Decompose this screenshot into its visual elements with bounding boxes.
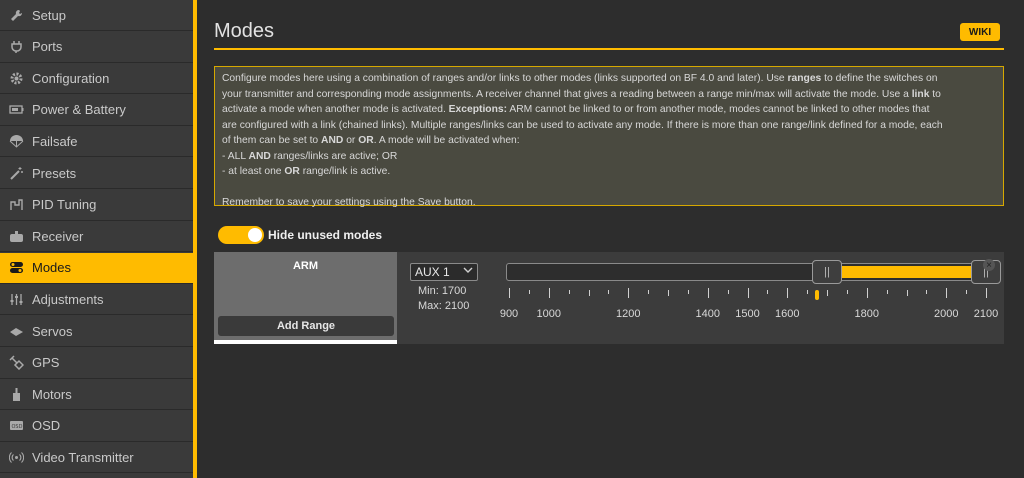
sidebar-item-label: Configuration bbox=[32, 70, 110, 86]
parachute-icon bbox=[8, 134, 24, 149]
scale-tick bbox=[648, 290, 650, 294]
sidebar-item-label: PID Tuning bbox=[32, 197, 97, 213]
sidebar-item-label: Motors bbox=[32, 386, 72, 402]
hide-unused-toggle-row: Hide unused modes bbox=[218, 226, 382, 244]
sidebar-item-label: Adjustments bbox=[32, 291, 104, 307]
sidebar-item-label: Failsafe bbox=[32, 133, 78, 149]
sidebar-item-adjustments[interactable]: Adjustments bbox=[0, 284, 193, 316]
motor-icon bbox=[8, 387, 24, 402]
sliders-icon bbox=[8, 292, 24, 307]
scale-tick-label: 1000 bbox=[536, 308, 561, 320]
sidebar-item-receiver[interactable]: Receiver bbox=[0, 221, 193, 253]
slider-range-fill bbox=[827, 266, 986, 278]
scale-tick-label: 1600 bbox=[775, 308, 800, 320]
pid-tuning-icon bbox=[8, 197, 24, 212]
scale-tick-label: 900 bbox=[499, 308, 519, 320]
sidebar-item-label: GPS bbox=[32, 355, 60, 371]
sidebar-item-motors[interactable]: Motors bbox=[0, 379, 193, 411]
scale-tick bbox=[588, 290, 590, 296]
scale-tick bbox=[767, 290, 769, 294]
mode-row-arm: ARM Add Range AUX 1 Min: 1700 Max: 2100 … bbox=[214, 252, 1004, 344]
scale-tick bbox=[886, 290, 888, 294]
sidebar-item-osd[interactable]: OSD OSD bbox=[0, 411, 193, 442]
channel-value-marker bbox=[815, 290, 820, 300]
sidebar-item-label: Power & Battery bbox=[32, 102, 126, 118]
sidebar-item-label: Ports bbox=[32, 39, 63, 55]
scale-tick bbox=[906, 290, 908, 296]
slider-min-handle[interactable]: || bbox=[812, 260, 842, 284]
scale-tick bbox=[668, 290, 669, 296]
sidebar-item-label: Receiver bbox=[32, 228, 84, 244]
scale-tick bbox=[528, 290, 530, 294]
scale-tick-label: 1400 bbox=[695, 308, 720, 320]
scale-tick bbox=[787, 288, 789, 298]
scale-tick bbox=[926, 290, 928, 294]
controller-icon bbox=[8, 229, 24, 244]
help-note: Configure modes here using a combination… bbox=[214, 66, 1004, 208]
scale-tick bbox=[548, 288, 550, 298]
scale-tick-label: 1800 bbox=[854, 308, 879, 320]
scale-tick bbox=[866, 288, 868, 298]
sidebar-item-ports[interactable]: Ports bbox=[0, 32, 193, 63]
range-slider: || || × 900 1000 1200 1400 1500 1600 1800 2000 2… bbox=[214, 252, 1004, 344]
scale-tick-label: 1500 bbox=[735, 308, 760, 320]
scale-tick bbox=[707, 288, 709, 298]
sidebar-item-label: OSD bbox=[32, 418, 61, 434]
servo-icon bbox=[8, 324, 24, 339]
gear-icon bbox=[8, 71, 24, 86]
sidebar-item-label: Presets bbox=[32, 165, 77, 181]
scale-tick-label: 2100 bbox=[973, 308, 999, 320]
scale-tick bbox=[846, 290, 848, 294]
sidebar-item-power-battery[interactable]: Power & Battery bbox=[0, 95, 193, 126]
sidebar-item-presets[interactable]: Presets bbox=[0, 158, 193, 189]
sidebar-item-label: Video Transmitter bbox=[32, 449, 134, 465]
modes-toggle-icon bbox=[8, 260, 24, 275]
scale-tick bbox=[727, 290, 729, 294]
sidebar-item-gps[interactable]: GPS bbox=[0, 348, 193, 379]
scale-tick bbox=[608, 290, 610, 294]
scale-tick bbox=[827, 290, 828, 296]
sidebar-item-label: Servos bbox=[32, 323, 73, 339]
scale-tick bbox=[509, 288, 510, 298]
sidebar-item-modes[interactable]: Modes bbox=[0, 252, 193, 284]
title-underline bbox=[214, 48, 1004, 50]
scale-tick bbox=[628, 288, 630, 298]
scale-tick-label: 1200 bbox=[616, 308, 641, 320]
toggle-knob bbox=[248, 228, 262, 242]
remove-range-icon[interactable]: × bbox=[983, 259, 995, 271]
scale-tick bbox=[568, 290, 570, 294]
svg-text:OSD: OSD bbox=[11, 424, 22, 430]
scale-tick bbox=[687, 290, 689, 294]
scale-tick bbox=[807, 290, 809, 294]
sidebar-item-configuration[interactable]: Configuration bbox=[0, 63, 193, 95]
wiki-button[interactable]: WIKI bbox=[960, 23, 1000, 41]
osd-icon: OSD bbox=[8, 418, 24, 433]
sidebar-item-setup[interactable]: Setup bbox=[0, 0, 193, 31]
battery-icon bbox=[8, 102, 24, 117]
scale-tick bbox=[747, 288, 749, 298]
hide-unused-label: Hide unused modes bbox=[268, 228, 383, 242]
scale-tick bbox=[966, 290, 968, 294]
sidebar-item-failsafe[interactable]: Failsafe bbox=[0, 126, 193, 158]
wrench-icon bbox=[8, 8, 24, 23]
scale-tick bbox=[946, 288, 948, 298]
broadcast-icon bbox=[8, 450, 24, 465]
hide-unused-toggle[interactable] bbox=[218, 226, 264, 244]
sidebar-item-video-transmitter[interactable]: Video Transmitter bbox=[0, 442, 193, 474]
main-content: Modes WIKI Configure modes here using a … bbox=[197, 0, 1024, 478]
scale-tick bbox=[986, 288, 987, 298]
sidebar-item-label: Modes bbox=[32, 260, 72, 276]
scale-tick-label: 2000 bbox=[934, 308, 959, 320]
page-title: Modes bbox=[214, 20, 275, 42]
magic-wand-icon bbox=[8, 166, 24, 181]
sidebar-nav: Setup Ports Configuration Power & Battery Fa… bbox=[0, 0, 193, 478]
sidebar-item-label: Setup bbox=[32, 7, 66, 23]
sidebar-item-servos[interactable]: Servos bbox=[0, 316, 193, 347]
satellite-icon bbox=[8, 355, 24, 371]
plug-icon bbox=[8, 39, 24, 54]
sidebar-item-pid-tuning[interactable]: PID Tuning bbox=[0, 190, 193, 221]
